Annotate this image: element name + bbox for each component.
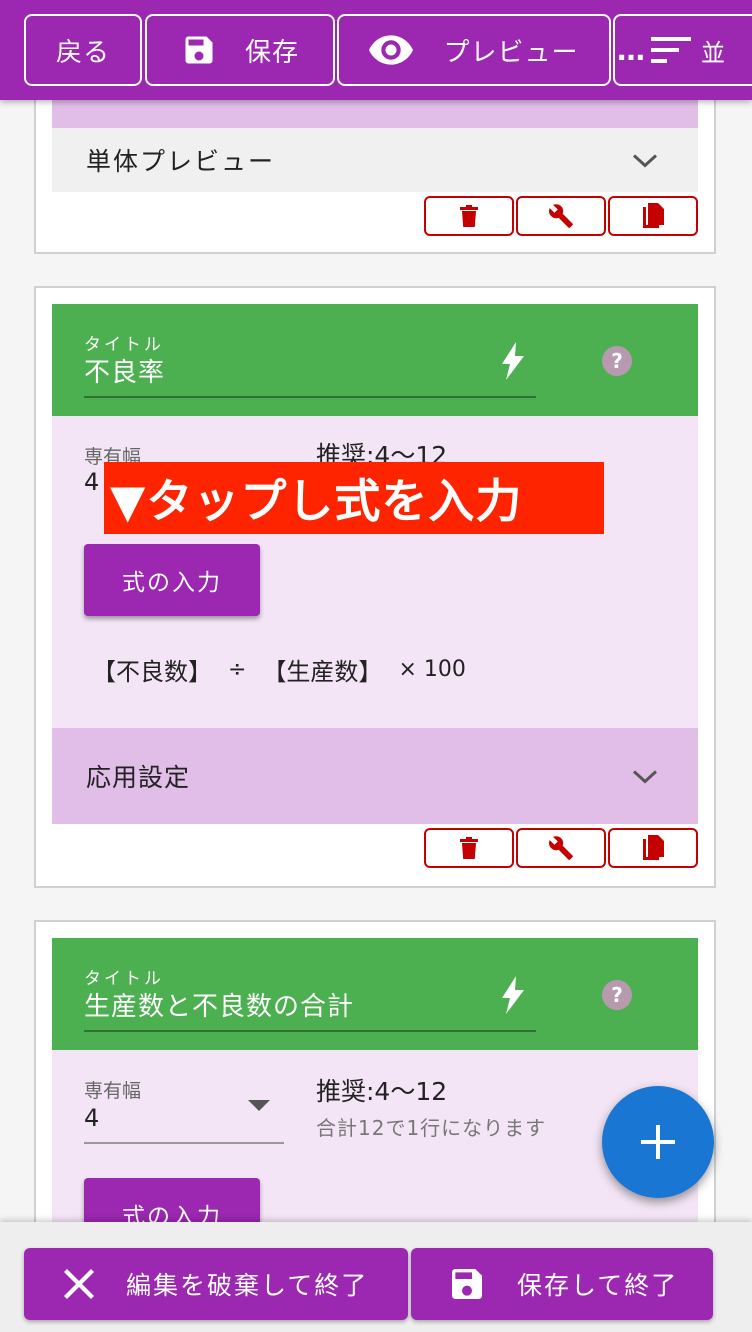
more-ellipsis: … [617,33,645,67]
delete-button[interactable] [424,828,514,868]
title-field-underline [84,396,536,398]
discard-label: 編集を破棄して終了 [126,1271,369,1300]
copy-icon [643,203,664,228]
title-field-underline [84,1030,536,1032]
sort-label: 並 [701,38,726,67]
help-icon[interactable]: ? [602,980,632,1010]
trash-icon [460,205,478,227]
save-icon [452,1269,482,1299]
settings-button[interactable] [516,196,606,236]
formula-operator: ÷ [228,657,247,682]
formula-operand: 【不良数】 [92,658,212,686]
card-actions [424,196,698,236]
duplicate-button[interactable] [608,196,698,236]
sort-icon [651,37,691,63]
preview-label: プレビュー [443,37,579,68]
save-exit-label: 保存して終了 [517,1271,679,1300]
close-icon [64,1269,94,1299]
dropdown-caret-icon[interactable] [248,1100,270,1111]
copy-icon [643,835,664,860]
width-select[interactable]: 4 [84,1104,99,1132]
bolt-icon[interactable] [502,342,524,384]
card-title-section: タイトル 生産数と不良数の合計 ? [52,938,698,1050]
save-icon [185,36,213,64]
eye-icon [369,35,414,65]
plus-icon [641,1125,675,1159]
discard-and-exit-button[interactable]: 編集を破棄して終了 [24,1248,408,1320]
preview-button[interactable]: プレビュー [337,14,611,86]
top-toolbar: 戻る 保存 プレビュー … 並 [0,0,752,100]
sort-button[interactable]: … 並 [613,14,752,86]
single-preview-toggle[interactable]: 単体プレビュー [52,128,698,192]
card-title-section: タイトル 不良率 ? [52,304,698,416]
chevron-down-icon [632,762,658,791]
advanced-settings-toggle[interactable]: 応用設定 [52,728,698,824]
chevron-down-icon [632,146,658,175]
help-icon[interactable]: ? [602,346,632,376]
wrench-icon [549,836,573,860]
add-widget-fab[interactable] [602,1086,714,1198]
title-field[interactable]: 不良率 [84,352,165,389]
duplicate-button[interactable] [608,828,698,868]
formula-display: 【不良数】 ÷ 【生産数】 × 100 [92,652,478,687]
width-label: 専有幅 [84,1080,142,1102]
bolt-icon[interactable] [502,976,524,1018]
title-field[interactable]: 生産数と不良数の合計 [84,986,354,1023]
recommend-note: 合計12で1行になります [316,1116,547,1140]
advanced-settings-label: 応用設定 [86,763,191,792]
formula-operator: × 100 [398,657,466,682]
trash-icon [460,837,478,859]
tutorial-annotation-banner: ▼タップし式を入力 [104,462,604,534]
settings-button[interactable] [516,828,606,868]
width-select-underline [84,1142,284,1144]
bottom-action-bar: 編集を破棄して終了 保存して終了 [0,1222,752,1332]
wrench-icon [549,204,573,228]
delete-button[interactable] [424,196,514,236]
single-preview-label: 単体プレビュー [86,147,276,176]
back-button[interactable]: 戻る [24,14,142,86]
widget-card-defect-rate: タイトル 不良率 ? 専有幅 4 推奨:4〜12 式の入力 【不良数】 ÷ 【生… [34,286,716,888]
back-label: 戻る [55,37,110,68]
widget-card-preview: 単体プレビュー [34,90,716,254]
formula-operand: 【生産数】 [262,658,383,686]
width-select[interactable]: 4 [84,468,99,496]
recommend-text: 推奨:4〜12 [316,1077,448,1106]
save-button[interactable]: 保存 [145,14,335,86]
card-actions [424,828,698,868]
save-label: 保存 [244,37,299,68]
save-and-exit-button[interactable]: 保存して終了 [411,1248,713,1320]
formula-input-button[interactable]: 式の入力 [84,544,260,616]
